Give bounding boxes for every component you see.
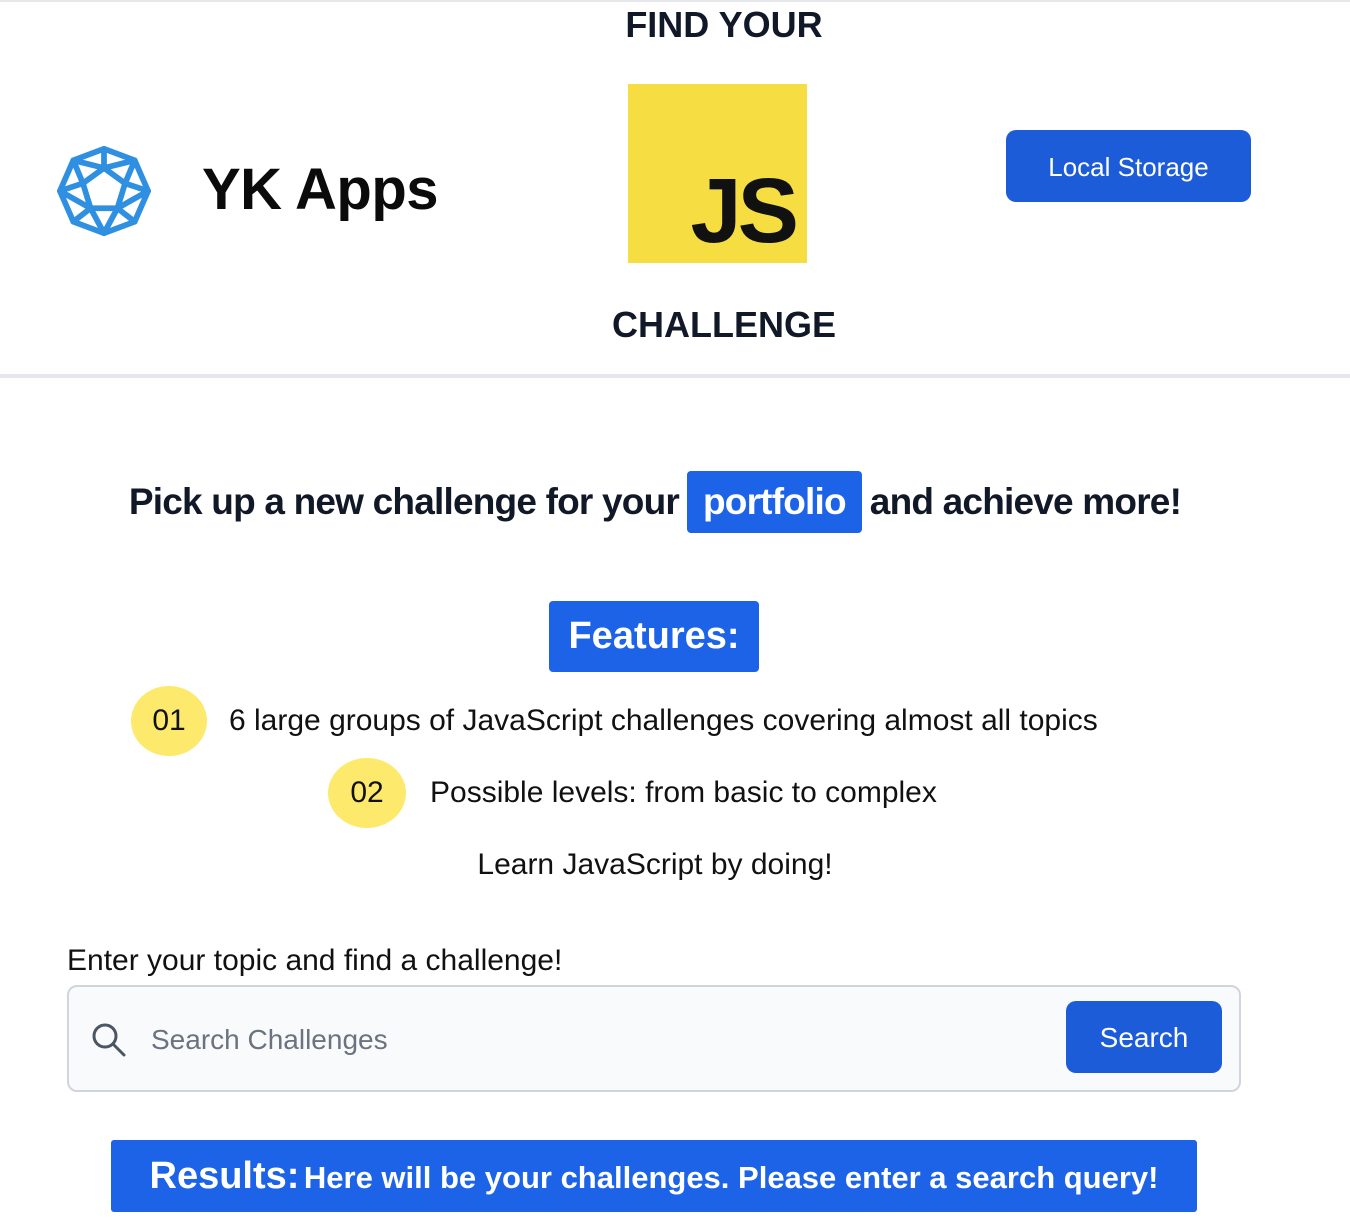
results-title: Results: <box>149 1155 300 1197</box>
feature-text: Possible levels: from basic to complex <box>430 776 937 809</box>
learn-by-doing-text: Learn JavaScript by doing! <box>477 848 833 881</box>
page-title-top: FIND YOUR <box>625 4 823 45</box>
search-icon <box>92 1023 126 1057</box>
search-button[interactable]: Search <box>1066 1001 1222 1073</box>
geodesic-sphere-icon[interactable] <box>56 145 152 237</box>
page: YK Apps FIND YOUR JS CHALLENGE Local Sto… <box>0 0 1350 1228</box>
local-storage-button[interactable]: Local Storage <box>1006 130 1251 202</box>
tagline: Pick up a new challenge for your portfoli… <box>0 470 1310 534</box>
feature-text: 6 large groups of JavaScript challenges … <box>229 704 1098 737</box>
site-header: YK Apps FIND YOUR JS CHALLENGE Local Sto… <box>0 2 1350 378</box>
tagline-highlight: portfolio <box>686 471 862 533</box>
search-bar: Search <box>67 985 1241 1092</box>
features-heading: Features: <box>549 601 759 672</box>
results-message: Here will be your challenges. Please ent… <box>303 1160 1159 1195</box>
results-banner: Results: Here will be your challenges. P… <box>111 1140 1197 1212</box>
feature-item: 02 Possible levels: from basic to comple… <box>328 758 937 828</box>
javascript-logo: JS <box>628 84 807 263</box>
js-logo-text: JS <box>690 160 799 262</box>
search-label: Enter your topic and find a challenge! <box>67 944 563 977</box>
feature-number-badge: 02 <box>328 758 406 828</box>
search-input[interactable] <box>149 1007 1053 1073</box>
feature-number-badge: 01 <box>131 686 207 756</box>
page-title-bottom: CHALLENGE <box>612 304 836 345</box>
brand-name: YK Apps <box>202 157 439 222</box>
tagline-text-after: and achieve more! <box>869 481 1182 522</box>
feature-item: 01 6 large groups of JavaScript challeng… <box>131 686 1098 756</box>
tagline-text-before: Pick up a new challenge for your <box>128 481 680 522</box>
